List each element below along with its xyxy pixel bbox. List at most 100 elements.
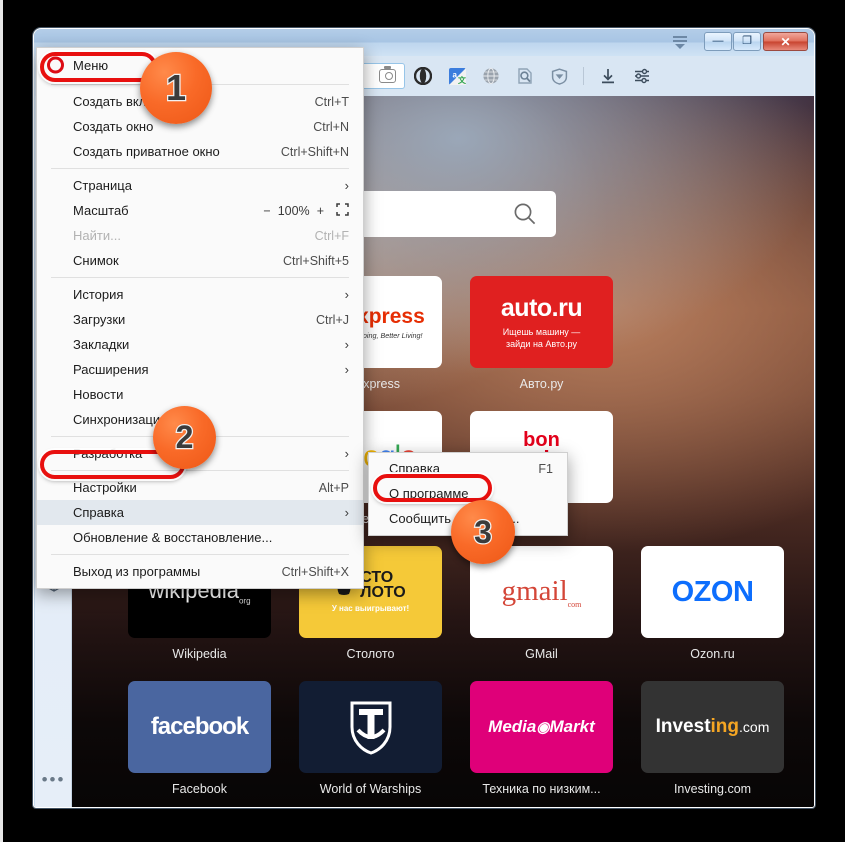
zoom-in-button[interactable]: + — [317, 204, 324, 218]
easy-setup-icon[interactable] — [632, 66, 652, 86]
adblock-shield-icon[interactable] — [549, 66, 569, 86]
menu-item-bookmarks[interactable]: Закладки › — [37, 332, 363, 357]
tile-investing[interactable]: Investing.com Investing.com — [641, 681, 784, 796]
tile-logo-autoru-tagline: Ищешь машину — зайди на Авто.ру — [502, 327, 581, 349]
menu-separator — [51, 554, 349, 555]
submenu-item-shortcut: F1 — [538, 461, 553, 476]
vpn-globe-icon[interactable] — [481, 66, 501, 86]
tile-label: GMail — [525, 647, 558, 661]
chevron-right-icon: › — [344, 362, 349, 377]
submenu-item-label: Справка — [389, 461, 440, 476]
chevron-right-icon: › — [344, 178, 349, 193]
screen-left-strip — [0, 0, 3, 842]
menu-separator — [51, 470, 349, 471]
tile-logo-ozon: OZON — [671, 575, 754, 608]
tile-label: Investing.com — [673, 782, 752, 796]
menu-item-label: Справка — [73, 505, 124, 520]
tile-wows[interactable]: World of Warships — [299, 681, 442, 796]
downloads-icon[interactable] — [598, 66, 618, 86]
zoom-level: 100% — [277, 203, 310, 218]
menu-item-history[interactable]: История › — [37, 282, 363, 307]
menu-item-label: Выход из программы — [73, 564, 201, 579]
menu-item-label: Загрузки — [73, 312, 126, 327]
submenu-item-help[interactable]: Справка F1 — [369, 456, 567, 481]
zoom-controls: − 100% + — [263, 202, 349, 219]
tile-autoru[interactable]: auto.ru Ищешь машину — зайди на Авто.ру … — [470, 276, 613, 391]
svg-text:a: a — [452, 70, 457, 79]
sidebar-more-button[interactable]: ••• — [35, 770, 72, 790]
maximize-button[interactable]: ❐ — [733, 32, 761, 51]
menu-item-snapshot[interactable]: Снимок Ctrl+Shift+5 — [37, 248, 363, 273]
tile-logo-investing: Investing.com — [655, 716, 770, 737]
tile-mediamarkt[interactable]: Media◉Markt Техника по низким... — [470, 681, 613, 796]
tile-label: Ozon.ru — [690, 647, 735, 661]
tile-label: Wikipedia — [172, 647, 227, 661]
toolbar-divider — [583, 67, 584, 85]
menu-separator — [51, 168, 349, 169]
menu-item-label: История — [73, 287, 124, 302]
tile-gmail[interactable]: gmailcom GMail — [470, 546, 613, 661]
menu-item-shortcut: Ctrl+J — [316, 312, 349, 327]
menu-item-shortcut: Ctrl+Shift+5 — [282, 253, 349, 268]
chevron-right-icon: › — [344, 505, 349, 520]
svg-text:文: 文 — [458, 75, 466, 85]
menu-item-zoom[interactable]: Масштаб − 100% + — [37, 198, 363, 223]
fullscreen-icon[interactable] — [336, 202, 349, 219]
magnifier-icon — [514, 203, 536, 225]
menu-item-exit[interactable]: Выход из программы Ctrl+Shift+X — [37, 559, 363, 584]
menu-item-label: Масштаб — [73, 203, 129, 218]
menu-item-label: Новости — [73, 387, 124, 402]
menu-item-news[interactable]: Новости — [37, 382, 363, 407]
step-badge-2: 2 — [153, 406, 216, 469]
translate-extension-icon[interactable]: a文 — [447, 66, 467, 86]
menu-item-help[interactable]: Справка › — [37, 500, 363, 525]
step-badge-1: 1 — [140, 52, 212, 124]
menu-item-new-window[interactable]: Создать окно Ctrl+N — [37, 114, 363, 139]
menu-item-shortcut: Ctrl+Shift+N — [280, 144, 349, 159]
chevron-right-icon: › — [344, 287, 349, 302]
tile-logo-facebook: facebook — [150, 713, 249, 740]
tile-logo-stoloto-tagline: У нас выигрывают! — [331, 604, 410, 613]
menu-item-label: Страница — [73, 178, 132, 193]
menu-item-shortcut: Ctrl+T — [314, 94, 349, 109]
toolbar-icons: a文 — [413, 63, 652, 89]
tile-logo-gmail: gmailcom — [501, 575, 582, 609]
tile-ozon[interactable]: OZON Ozon.ru — [641, 546, 784, 661]
menu-item-page[interactable]: Страница › — [37, 173, 363, 198]
menu-separator — [51, 277, 349, 278]
menu-item-label: Закладки — [73, 337, 130, 352]
step-badge-3: 3 — [451, 500, 515, 564]
menu-item-label: Настройки — [73, 480, 137, 495]
tile-row: facebook Facebook World of Warships Medi… — [128, 681, 808, 796]
opera-profile-icon[interactable] — [413, 66, 433, 86]
menu-item-update-recovery[interactable]: Обновление & восстановление... — [37, 525, 363, 550]
menu-item-find[interactable]: Найти... Ctrl+F — [37, 223, 363, 248]
menu-item-label: Разработка — [73, 446, 143, 461]
menu-item-shortcut: Ctrl+F — [314, 228, 349, 243]
search-page-icon[interactable] — [515, 66, 535, 86]
camera-icon[interactable] — [379, 66, 396, 83]
opera-main-menu: Меню Создать вкладку Ctrl+T Создать окно… — [36, 47, 364, 589]
menu-header-label: Меню — [73, 57, 109, 73]
menu-item-label: Создать приватное окно — [73, 144, 220, 159]
menu-item-extensions[interactable]: Расширения › — [37, 357, 363, 382]
window-controls: — ❐ ✕ — [703, 32, 808, 51]
zoom-out-button[interactable]: − — [263, 204, 270, 218]
menu-item-settings[interactable]: Настройки Alt+P — [37, 475, 363, 500]
chevron-right-icon: › — [344, 337, 349, 352]
menu-item-new-private-window[interactable]: Создать приватное окно Ctrl+Shift+N — [37, 139, 363, 164]
tile-label: Техника по низким... — [482, 782, 601, 796]
close-button[interactable]: ✕ — [763, 32, 808, 51]
tile-facebook[interactable]: facebook Facebook — [128, 681, 271, 796]
minimize-button[interactable]: — — [704, 32, 732, 51]
menu-item-downloads[interactable]: Загрузки Ctrl+J — [37, 307, 363, 332]
menu-item-shortcut: Ctrl+N — [313, 119, 349, 134]
menu-item-label: Обновление & восстановление... — [73, 530, 273, 545]
tile-logo-autoru: auto.ru — [500, 294, 583, 323]
menu-item-shortcut: Alt+P — [318, 480, 349, 495]
tab-list-icon[interactable] — [670, 33, 690, 51]
tile-logo-mediamarkt: Media◉Markt — [488, 717, 595, 736]
submenu-item-label: О программе — [389, 486, 469, 501]
opera-logo-icon — [47, 56, 64, 74]
menu-item-label: Расширения — [73, 362, 149, 377]
